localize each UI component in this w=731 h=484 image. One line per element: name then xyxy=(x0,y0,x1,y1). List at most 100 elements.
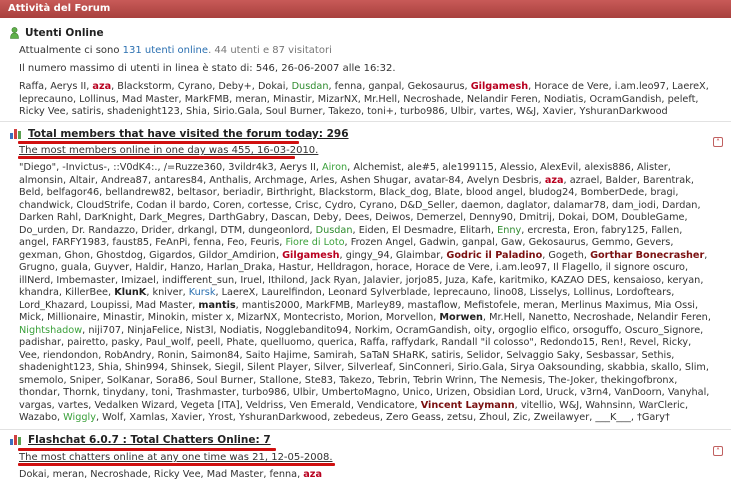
user-link[interactable]: Silver xyxy=(314,362,341,373)
user-link[interactable]: Minastir xyxy=(273,94,312,105)
user-link[interactable]: Wiggly xyxy=(63,412,96,423)
user-link[interactable]: aza xyxy=(92,81,111,92)
user-link[interactable]: Zhoul xyxy=(479,412,507,423)
user-link[interactable]: Codan il bardo xyxy=(136,200,206,211)
user-link[interactable]: W&J xyxy=(516,106,536,117)
user-link[interactable]: Alister xyxy=(637,162,668,173)
user-link[interactable]: Raffa xyxy=(360,337,385,348)
user-link[interactable]: Hanzo xyxy=(170,262,200,273)
user-link[interactable]: Drider xyxy=(141,225,171,236)
user-link[interactable]: Paul_wolf xyxy=(146,337,191,348)
user-link[interactable]: Samirah xyxy=(313,350,353,361)
user-link[interactable]: Il Flagello xyxy=(553,262,599,273)
user-link[interactable]: smemolo xyxy=(19,375,63,386)
user-link[interactable]: zebedeus xyxy=(333,412,379,423)
user-link[interactable]: Gilgamesh xyxy=(471,81,528,92)
user-link[interactable]: Deiwos xyxy=(375,212,410,223)
user-link[interactable]: Ricky Vee xyxy=(19,106,66,117)
user-link[interactable]: Minokin xyxy=(148,312,186,323)
user-link[interactable]: mantis2000 xyxy=(242,300,300,311)
user-link[interactable]: guala xyxy=(61,262,88,273)
user-link[interactable]: Dokai xyxy=(19,469,46,480)
user-link[interactable]: Kursk xyxy=(189,287,216,298)
user-link[interactable]: Aerys II xyxy=(280,162,316,173)
user-link[interactable]: Oscuro_Signore xyxy=(625,325,700,336)
user-link[interactable]: Ghostdog xyxy=(96,250,143,261)
user-link[interactable]: Nogglebandito94 xyxy=(265,325,348,336)
user-link[interactable]: Elitarh xyxy=(460,225,491,236)
user-link[interactable]: Gilgamesh xyxy=(282,250,339,261)
user-link[interactable]: SaTaN SHaRK xyxy=(360,350,425,361)
user-link[interactable]: Gevers xyxy=(636,237,670,248)
user-link[interactable]: MizarNX xyxy=(237,312,277,323)
user-link[interactable]: Haldir xyxy=(135,262,164,273)
user-link[interactable]: Dees xyxy=(345,212,369,223)
user-link[interactable]: Enny xyxy=(497,225,521,236)
user-link[interactable]: kniver xyxy=(153,287,183,298)
user-link[interactable]: Glaimbar xyxy=(396,250,440,261)
user-link[interactable]: blood angel xyxy=(466,187,523,198)
user-link[interactable]: ::V0dK4:. xyxy=(113,162,157,173)
user-link[interactable]: Ulbir xyxy=(451,106,474,117)
user-link[interactable]: Vanyhal xyxy=(668,387,706,398)
user-link[interactable]: OcramGandish xyxy=(396,325,468,336)
user-link[interactable]: Crisc xyxy=(295,200,319,211)
user-link[interactable]: Gorthar Bonecrasher xyxy=(590,250,704,261)
user-link[interactable]: pasky xyxy=(111,337,139,348)
user-link[interactable]: Andrea87 xyxy=(101,175,148,186)
user-link[interactable]: daglator xyxy=(507,200,548,211)
user-link[interactable]: Marley89 xyxy=(356,300,401,311)
user-link[interactable]: Stallone xyxy=(259,375,298,386)
user-link[interactable]: SolKanar xyxy=(107,375,150,386)
user-link[interactable]: Jalavier xyxy=(364,275,400,286)
user-link[interactable]: Dusdan xyxy=(292,81,329,92)
user-link[interactable]: Thornk xyxy=(63,387,97,398)
user-link[interactable]: Tebrin Wrinn xyxy=(413,375,473,386)
user-link[interactable]: mister x xyxy=(191,312,231,323)
user-link[interactable]: Do_urden xyxy=(19,225,65,236)
user-link[interactable]: Necroshade xyxy=(573,312,630,323)
user-link[interactable]: SinConneri xyxy=(399,362,452,373)
user-link[interactable]: Soul Burner xyxy=(266,106,323,117)
user-link[interactable]: alexis886 xyxy=(584,162,630,173)
user-link[interactable]: KAZAO DES xyxy=(551,275,607,286)
user-link[interactable]: Trashmaster xyxy=(176,387,236,398)
user-link[interactable]: WarCleric xyxy=(639,400,685,411)
user-link[interactable]: Saimon84 xyxy=(191,350,240,361)
user-link[interactable]: Nodiatis xyxy=(220,325,260,336)
user-link[interactable]: indifferent_sun xyxy=(162,275,234,286)
user-link[interactable]: Blate xyxy=(435,187,460,198)
user-link[interactable]: The-Joker xyxy=(548,375,594,386)
user-link[interactable]: Nelandir Feren xyxy=(637,312,708,323)
user-link[interactable]: RobAndry xyxy=(104,350,151,361)
user-link[interactable]: querica xyxy=(318,337,354,348)
user-link[interactable]: Vegeta [ITA] xyxy=(181,400,240,411)
user-link[interactable]: illNerd xyxy=(19,275,50,286)
user-link[interactable]: kensaioso xyxy=(613,275,661,286)
user-link[interactable]: BomberDede xyxy=(581,187,645,198)
user-link[interactable]: Silent Player xyxy=(247,362,308,373)
user-link[interactable]: YshuranDarkwood xyxy=(579,106,667,117)
user-link[interactable]: Blackstorm xyxy=(319,187,373,198)
user-link[interactable]: beriadir xyxy=(223,187,261,198)
user-link[interactable]: LaereX xyxy=(222,287,256,298)
user-link[interactable]: Xamlas xyxy=(129,412,165,423)
user-link[interactable]: Aerys II xyxy=(50,81,86,92)
user-link[interactable]: Ithilond xyxy=(268,275,304,286)
user-link[interactable]: fenna xyxy=(270,469,298,480)
user-link[interactable]: Wazabo xyxy=(19,412,57,423)
user-link[interactable]: Montecristo xyxy=(283,312,340,323)
user-link[interactable]: Balder xyxy=(605,175,636,186)
user-link[interactable]: Deby xyxy=(313,212,338,223)
user-link[interactable]: Sora86 xyxy=(156,375,190,386)
user-link[interactable]: Dardan xyxy=(662,200,697,211)
user-link[interactable]: Dascan xyxy=(271,212,307,223)
user-link[interactable]: Morwen xyxy=(439,312,483,323)
user-link[interactable]: Airon xyxy=(322,162,347,173)
user-link[interactable]: Ricky xyxy=(662,337,688,348)
user-link[interactable]: Dr. Randazzo xyxy=(72,225,136,236)
user-link[interactable]: i.am.leo97 xyxy=(615,81,666,92)
online-count-link[interactable]: 131 utenti online xyxy=(123,45,208,56)
user-link[interactable]: Deby+ xyxy=(218,81,251,92)
user-link[interactable]: Laurelfindon xyxy=(261,287,321,298)
